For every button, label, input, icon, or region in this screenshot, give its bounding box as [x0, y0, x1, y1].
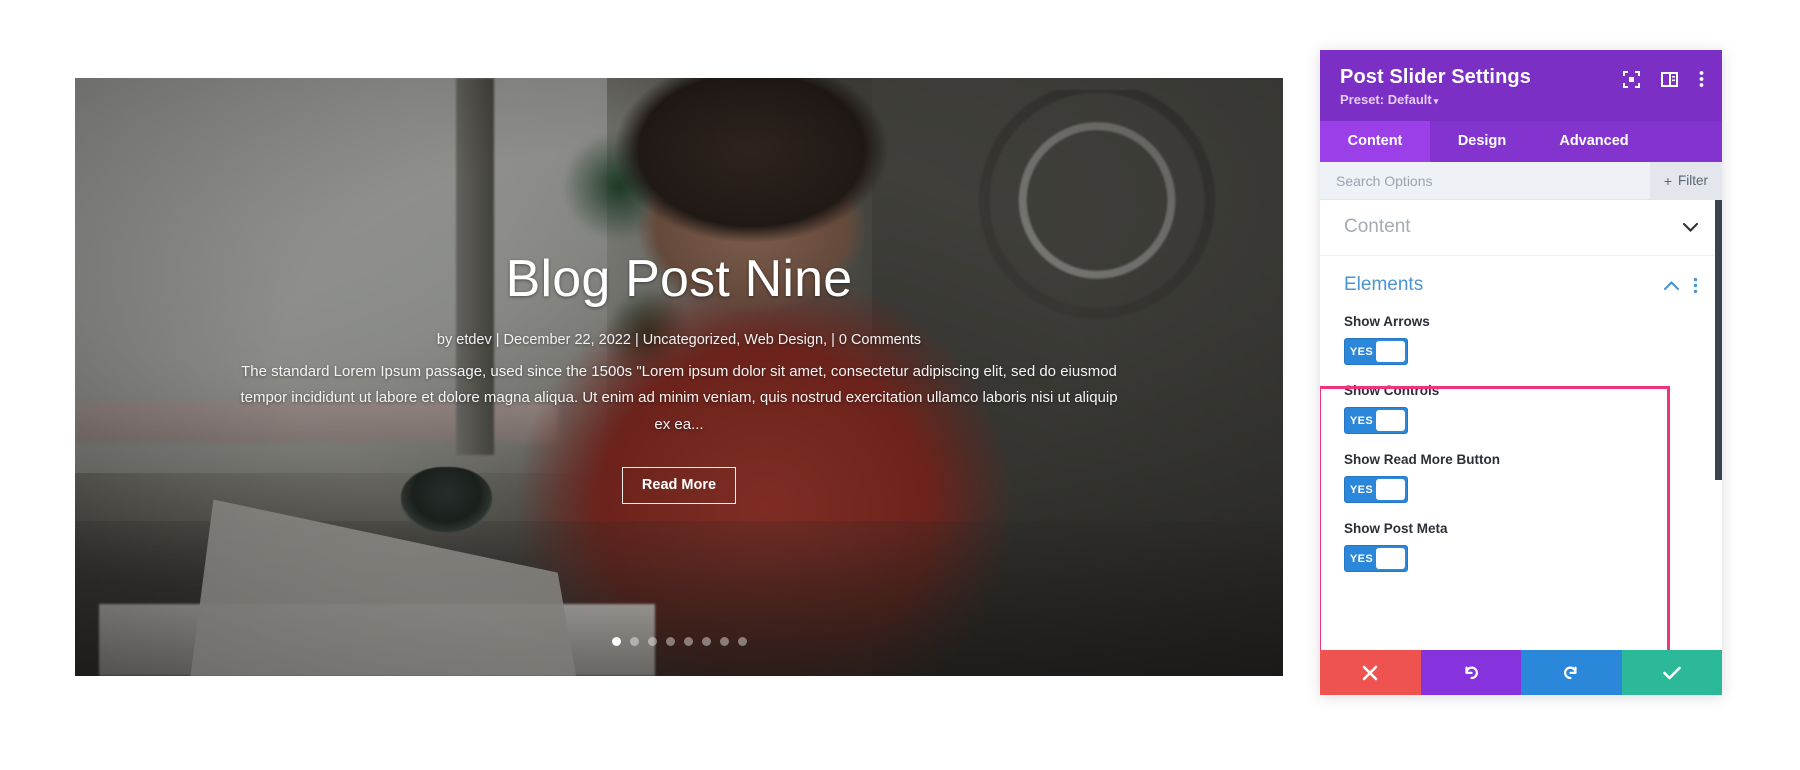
group-elements-header[interactable]: Elements [1320, 256, 1722, 310]
redo-icon [1564, 666, 1577, 679]
panel-footer [1320, 650, 1722, 695]
check-icon [1662, 666, 1681, 679]
pagination-dot[interactable] [611, 637, 621, 646]
read-more-button[interactable]: Read More [621, 466, 737, 504]
panel-scrollbar[interactable] [1715, 200, 1722, 650]
section-content[interactable]: Content [1320, 200, 1722, 256]
toggle-knob [1376, 479, 1405, 500]
toggle-knob [1376, 341, 1405, 362]
plus-icon: + [1663, 172, 1672, 189]
close-icon [1362, 665, 1378, 680]
more-vertical-icon[interactable] [1699, 70, 1704, 88]
search-input[interactable] [1320, 162, 1650, 199]
slide-title: Blog Post Nine [505, 250, 853, 309]
chevron-up-icon[interactable] [1663, 280, 1680, 290]
pagination-dot[interactable] [647, 637, 657, 646]
field-show-arrows: Show Arrows YES [1320, 310, 1722, 379]
panel-header: Post Slider Settings Preset: Default ▾ [1320, 50, 1722, 121]
field-show-read-more-button-label: Show Read More Button [1344, 452, 1500, 467]
slider-pagination [75, 637, 1283, 646]
tab-content[interactable]: Content [1320, 121, 1430, 162]
panel-scrollbar-thumb[interactable] [1715, 200, 1722, 480]
toggle-show-arrows[interactable]: YES [1344, 338, 1408, 365]
toggle-show-read-more-button[interactable]: YES [1344, 476, 1408, 503]
field-show-controls-label: Show Controls [1344, 383, 1440, 398]
post-meta: by etdev | December 22, 2022 | Uncategor… [436, 332, 922, 349]
toggle-value: YES [1349, 552, 1374, 565]
post-excerpt: The standard Lorem Ipsum passage, used s… [240, 363, 1118, 433]
filter-label: Filter [1678, 173, 1708, 188]
tab-advanced[interactable]: Advanced [1534, 121, 1654, 162]
undo-button[interactable] [1420, 650, 1521, 695]
chevron-down-icon[interactable] [1682, 222, 1699, 232]
toggle-value: YES [1349, 345, 1374, 358]
group-more-vertical-icon[interactable] [1693, 277, 1698, 294]
post-slider-preview: Blog Post Nine by etdev | December 22, 2… [75, 78, 1283, 676]
cancel-button[interactable] [1320, 650, 1421, 695]
redo-button[interactable] [1521, 650, 1622, 695]
pagination-dot[interactable] [629, 637, 639, 646]
field-show-post-meta-label: Show Post Meta [1344, 521, 1448, 536]
tab-design[interactable]: Design [1430, 121, 1534, 162]
screen: Blog Post Nine by etdev | December 22, 2… [0, 0, 1800, 770]
group-elements: Elements Show Arrows YES Show Controls Y… [1320, 256, 1722, 586]
filter-button[interactable]: + Filter [1649, 162, 1722, 199]
save-button[interactable] [1621, 650, 1722, 695]
pagination-dot[interactable] [719, 637, 729, 646]
undo-icon [1465, 666, 1478, 679]
pagination-dot[interactable] [665, 637, 675, 646]
section-content-label: Content [1344, 216, 1411, 237]
field-show-controls: Show Controls YES [1320, 379, 1722, 448]
toggle-show-controls[interactable]: YES [1344, 407, 1408, 434]
group-elements-title: Elements [1344, 274, 1424, 295]
toggle-show-post-meta[interactable]: YES [1344, 545, 1408, 572]
chevron-down-icon: ▾ [1433, 96, 1439, 106]
panel-tabs: Content Design Advanced [1320, 121, 1722, 162]
focus-icon[interactable] [1623, 70, 1640, 88]
field-show-arrows-label: Show Arrows [1344, 314, 1430, 329]
toggle-knob [1376, 410, 1405, 431]
post-slider-settings-panel: Post Slider Settings Preset: Default ▾ C… [1320, 50, 1722, 695]
preset-selector[interactable]: Preset: Default ▾ [1340, 92, 1702, 107]
search-bar: + Filter [1320, 162, 1722, 200]
pagination-dot[interactable] [701, 637, 711, 646]
pagination-dot[interactable] [737, 637, 747, 646]
toggle-value: YES [1349, 414, 1374, 427]
panel-header-actions [1623, 70, 1704, 88]
toggle-knob [1376, 548, 1405, 569]
slide-content: Blog Post Nine by etdev | December 22, 2… [75, 78, 1283, 676]
field-show-read-more-button: Show Read More Button YES [1320, 448, 1722, 517]
panel-layout-icon[interactable] [1661, 71, 1678, 88]
toggle-value: YES [1349, 483, 1374, 496]
pagination-dot[interactable] [683, 637, 693, 646]
field-show-post-meta: Show Post Meta YES [1320, 517, 1722, 586]
preset-label: Preset: Default [1340, 92, 1432, 107]
panel-body: Content Elements Show Arrows YES Show Co… [1320, 200, 1722, 650]
